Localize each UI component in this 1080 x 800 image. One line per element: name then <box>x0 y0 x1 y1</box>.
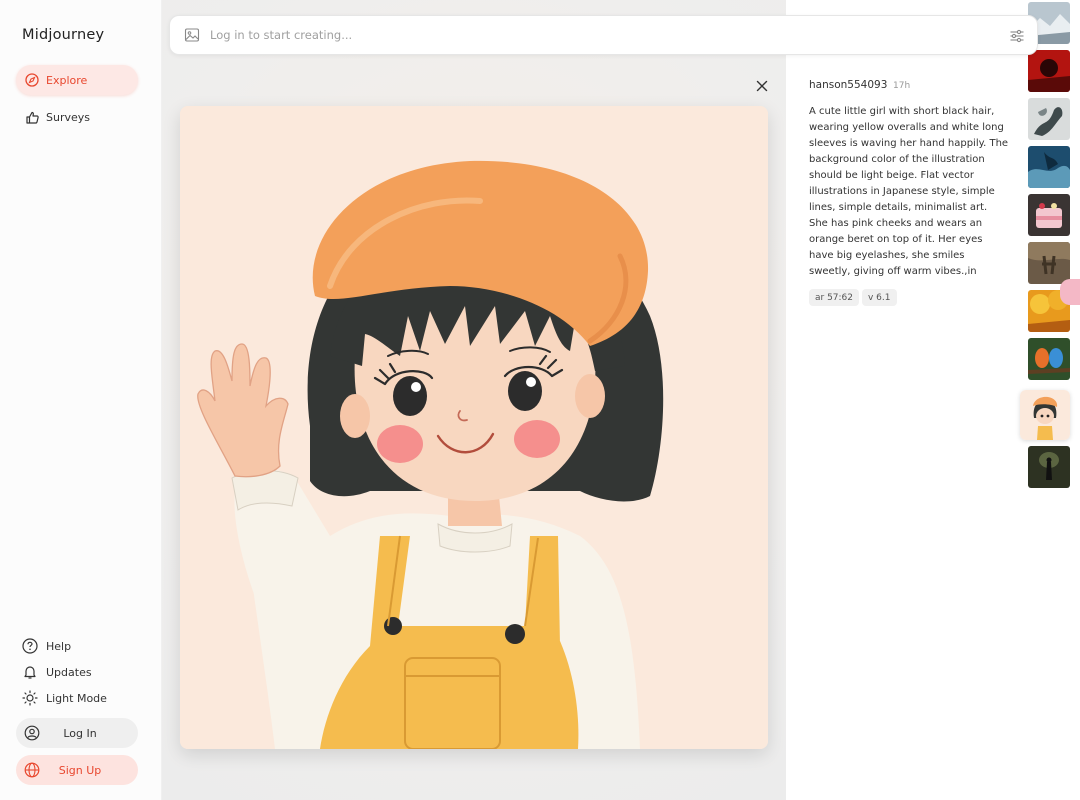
updates-label: Updates <box>46 665 92 679</box>
prompt-bar <box>169 15 1038 55</box>
help-label: Help <box>46 639 72 653</box>
thumbnail-parrots[interactable] <box>1028 338 1070 380</box>
thumbnail-cake[interactable] <box>1028 194 1070 236</box>
compass-icon <box>24 72 40 88</box>
light-mode-label: Light Mode <box>46 691 107 705</box>
author-name[interactable]: hanson554093 <box>809 79 887 91</box>
light-mode-toggle[interactable]: Light Mode <box>22 687 107 709</box>
globe-icon <box>24 762 40 778</box>
detail-panel: hanson554093 17h A cute little girl with… <box>786 0 1026 800</box>
thumbnail-deer-forest[interactable] <box>1028 242 1070 284</box>
thumbnail-blue-wave[interactable] <box>1028 146 1070 188</box>
main-artwork[interactable] <box>180 106 768 749</box>
thumbnail-girl-beret[interactable] <box>1020 390 1070 440</box>
thumbnail-ink-dragon[interactable] <box>1028 98 1070 140</box>
bell-icon <box>22 664 38 680</box>
brand-logo[interactable]: Midjourney <box>22 27 104 43</box>
sidebar-item-label: Surveys <box>46 110 90 124</box>
user-icon <box>24 725 40 741</box>
thumbnail-dark-forest[interactable] <box>1028 446 1070 488</box>
thumbs-up-icon <box>24 109 40 125</box>
help-link[interactable]: Help <box>22 635 71 657</box>
sidebar-item-surveys[interactable]: Surveys <box>16 102 138 132</box>
timestamp: 17h <box>893 81 911 91</box>
image-icon[interactable] <box>184 27 200 43</box>
version-tag: v 6.1 <box>862 289 897 306</box>
updates-link[interactable]: Updates <box>22 661 92 683</box>
sidebar: Midjourney Explore Surveys Help Updates … <box>0 0 162 800</box>
signup-button[interactable]: Sign Up <box>16 755 138 785</box>
girl-illustration <box>180 106 768 749</box>
settings-sliders-icon[interactable] <box>1009 28 1025 44</box>
thumbnail-red-sun[interactable] <box>1028 50 1070 92</box>
sidebar-item-label: Explore <box>46 73 88 87</box>
sun-icon <box>22 690 38 706</box>
sidebar-item-explore[interactable]: Explore <box>16 65 138 95</box>
login-button[interactable]: Log In <box>16 718 138 748</box>
close-icon[interactable] <box>754 78 770 94</box>
prompt-text: A cute little girl with short black hair… <box>809 106 1009 277</box>
aspect-ratio-tag: ar 57:62 <box>809 289 860 306</box>
translate-tab[interactable] <box>1060 279 1080 305</box>
prompt-input[interactable] <box>210 28 970 42</box>
thumbnail-strip <box>1020 0 1080 800</box>
help-icon <box>22 638 38 654</box>
